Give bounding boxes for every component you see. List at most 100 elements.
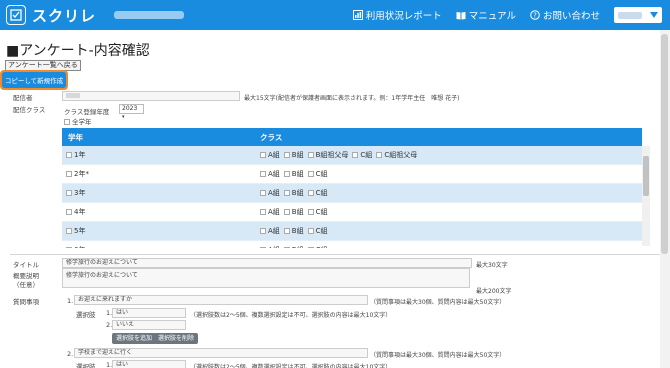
- class-options: A組 B組 C組: [260, 169, 642, 179]
- usage-report-link[interactable]: 利用状況レポート: [352, 8, 442, 22]
- class-header: クラス: [260, 132, 283, 142]
- class-label: C組: [360, 151, 373, 159]
- class-checkbox[interactable]: [260, 209, 266, 215]
- sender-note: 最大15文字(配信者が保護者画面に表示されます。例：1年学年主任 唯想 花子): [244, 95, 460, 102]
- class-label: A組: [268, 170, 280, 178]
- class-checkbox[interactable]: [260, 152, 266, 158]
- q1-input[interactable]: お迎えに来れますか: [74, 295, 368, 305]
- q2-input[interactable]: 学校まで迎えに行く: [74, 348, 368, 358]
- grade-checkbox[interactable]: [66, 190, 72, 196]
- class-option[interactable]: C組: [307, 169, 328, 179]
- class-option[interactable]: A組: [260, 226, 280, 236]
- sender-redacted: [66, 93, 80, 98]
- grade-option[interactable]: 5年: [62, 226, 260, 236]
- logo[interactable]: スクリレ: [6, 5, 96, 26]
- class-checkbox[interactable]: [307, 228, 314, 234]
- class-checkbox[interactable]: [260, 247, 266, 248]
- grade-option[interactable]: 4年: [62, 207, 260, 217]
- class-option[interactable]: B組: [283, 226, 304, 236]
- grade-header: 学年: [68, 132, 83, 142]
- class-checkbox[interactable]: [307, 247, 314, 248]
- grade-label: 6年: [74, 245, 85, 248]
- contact-link[interactable]: ? お問い合わせ: [530, 8, 600, 22]
- grade-option[interactable]: 6年: [62, 245, 260, 248]
- class-option[interactable]: C組: [307, 245, 328, 248]
- class-options: A組 B組 C組: [260, 188, 642, 198]
- class-checkbox[interactable]: [307, 171, 314, 177]
- class-option[interactable]: A組: [260, 245, 280, 248]
- year-select[interactable]: 2023 ▾: [119, 104, 144, 120]
- back-to-list-button[interactable]: アンケート一覧へ戻る: [5, 60, 81, 71]
- all-grades-option[interactable]: 全学年: [64, 116, 92, 126]
- class-option[interactable]: B組祖父母: [307, 150, 349, 160]
- class-checkbox[interactable]: [283, 209, 290, 215]
- copy-new-button[interactable]: コピーして新規作成: [0, 70, 68, 90]
- grade-option[interactable]: 2年*: [62, 169, 260, 179]
- sender-input[interactable]: [62, 91, 240, 101]
- grade-option[interactable]: 3年: [62, 188, 260, 198]
- class-option[interactable]: A組: [260, 188, 280, 198]
- grade-label: 4年: [74, 208, 86, 216]
- add-choice-button[interactable]: 選択肢を追加: [112, 333, 157, 344]
- class-label: B組: [291, 151, 304, 159]
- class-options: A組 B組 B組祖父母 C組 C組祖父母: [260, 150, 642, 160]
- class-checkbox[interactable]: [283, 152, 290, 158]
- class-checkbox[interactable]: [283, 247, 290, 248]
- q2-number: 2.: [67, 350, 74, 358]
- class-option[interactable]: C組祖父母: [376, 150, 417, 160]
- class-options: A組 B組 C組: [260, 226, 642, 236]
- class-option[interactable]: B組: [283, 188, 304, 198]
- class-option[interactable]: B組: [283, 207, 304, 217]
- help-icon: ?: [530, 10, 540, 20]
- grade-checkbox[interactable]: [66, 247, 72, 248]
- class-option[interactable]: C組: [307, 188, 328, 198]
- class-option[interactable]: B組: [283, 150, 304, 160]
- app-window: スクリレ 利用状況レポート マニュアル ? お問い合わせ ■アンケート-内容確認…: [0, 0, 670, 368]
- class-label: C組: [315, 170, 328, 178]
- class-checkbox[interactable]: [307, 152, 314, 158]
- top-header: スクリレ 利用状況レポート マニュアル ? お問い合わせ: [0, 0, 670, 30]
- class-checkbox[interactable]: [283, 171, 290, 177]
- class-option[interactable]: C組: [352, 150, 372, 160]
- class-checkbox[interactable]: [283, 228, 290, 234]
- page-scroll-thumb[interactable]: [661, 34, 668, 254]
- manual-link[interactable]: マニュアル: [456, 8, 516, 22]
- grade-checkbox[interactable]: [66, 171, 72, 177]
- class-label: B組祖父母: [315, 151, 349, 159]
- class-checkbox[interactable]: [307, 190, 314, 196]
- class-option[interactable]: A組: [260, 207, 280, 217]
- desc-textarea[interactable]: 修学旅行のお迎えについて: [62, 268, 470, 288]
- table-scroll-thumb[interactable]: [643, 156, 649, 196]
- class-option[interactable]: B組: [283, 245, 304, 248]
- class-option[interactable]: A組: [260, 150, 280, 160]
- class-option[interactable]: C組: [307, 226, 328, 236]
- book-icon: [456, 11, 466, 19]
- q1-choice2-input[interactable]: いいえ: [112, 320, 186, 330]
- delivery-class-label: 配信クラス: [13, 106, 46, 114]
- user-menu[interactable]: [614, 7, 662, 23]
- class-checkbox[interactable]: [307, 209, 314, 215]
- class-checkbox[interactable]: [283, 190, 290, 196]
- class-option[interactable]: A組: [260, 169, 280, 179]
- desc-optional-label: （任意）: [13, 281, 39, 289]
- q2-choice1-input[interactable]: はい: [112, 360, 186, 368]
- grade-checkbox[interactable]: [66, 152, 72, 158]
- class-checkbox[interactable]: [352, 152, 359, 158]
- class-checkbox[interactable]: [260, 171, 266, 177]
- grade-checkbox[interactable]: [66, 209, 72, 215]
- report-icon: [352, 10, 363, 20]
- class-checkbox[interactable]: [260, 190, 266, 196]
- class-checkbox[interactable]: [376, 152, 383, 158]
- class-option[interactable]: B組: [283, 169, 304, 179]
- class-checkbox[interactable]: [260, 228, 266, 234]
- delete-choice-button[interactable]: 選択肢を削除: [154, 333, 199, 344]
- title-input[interactable]: 修学旅行のお迎えについて: [62, 258, 472, 268]
- grade-label: 3年: [74, 189, 86, 197]
- all-grades-checkbox[interactable]: [64, 119, 70, 125]
- q1-choice1-input[interactable]: はい: [112, 308, 186, 318]
- grade-option[interactable]: 1年: [62, 150, 260, 160]
- class-option[interactable]: C組: [307, 207, 328, 217]
- grade-checkbox[interactable]: [66, 228, 72, 234]
- class-label: B組: [291, 227, 304, 235]
- class-table: 学年 クラス 1年 A組 B組 B組祖父母 C組 C組祖父母 2年* A組 B組 C組 3年 A組 B組…: [62, 128, 642, 248]
